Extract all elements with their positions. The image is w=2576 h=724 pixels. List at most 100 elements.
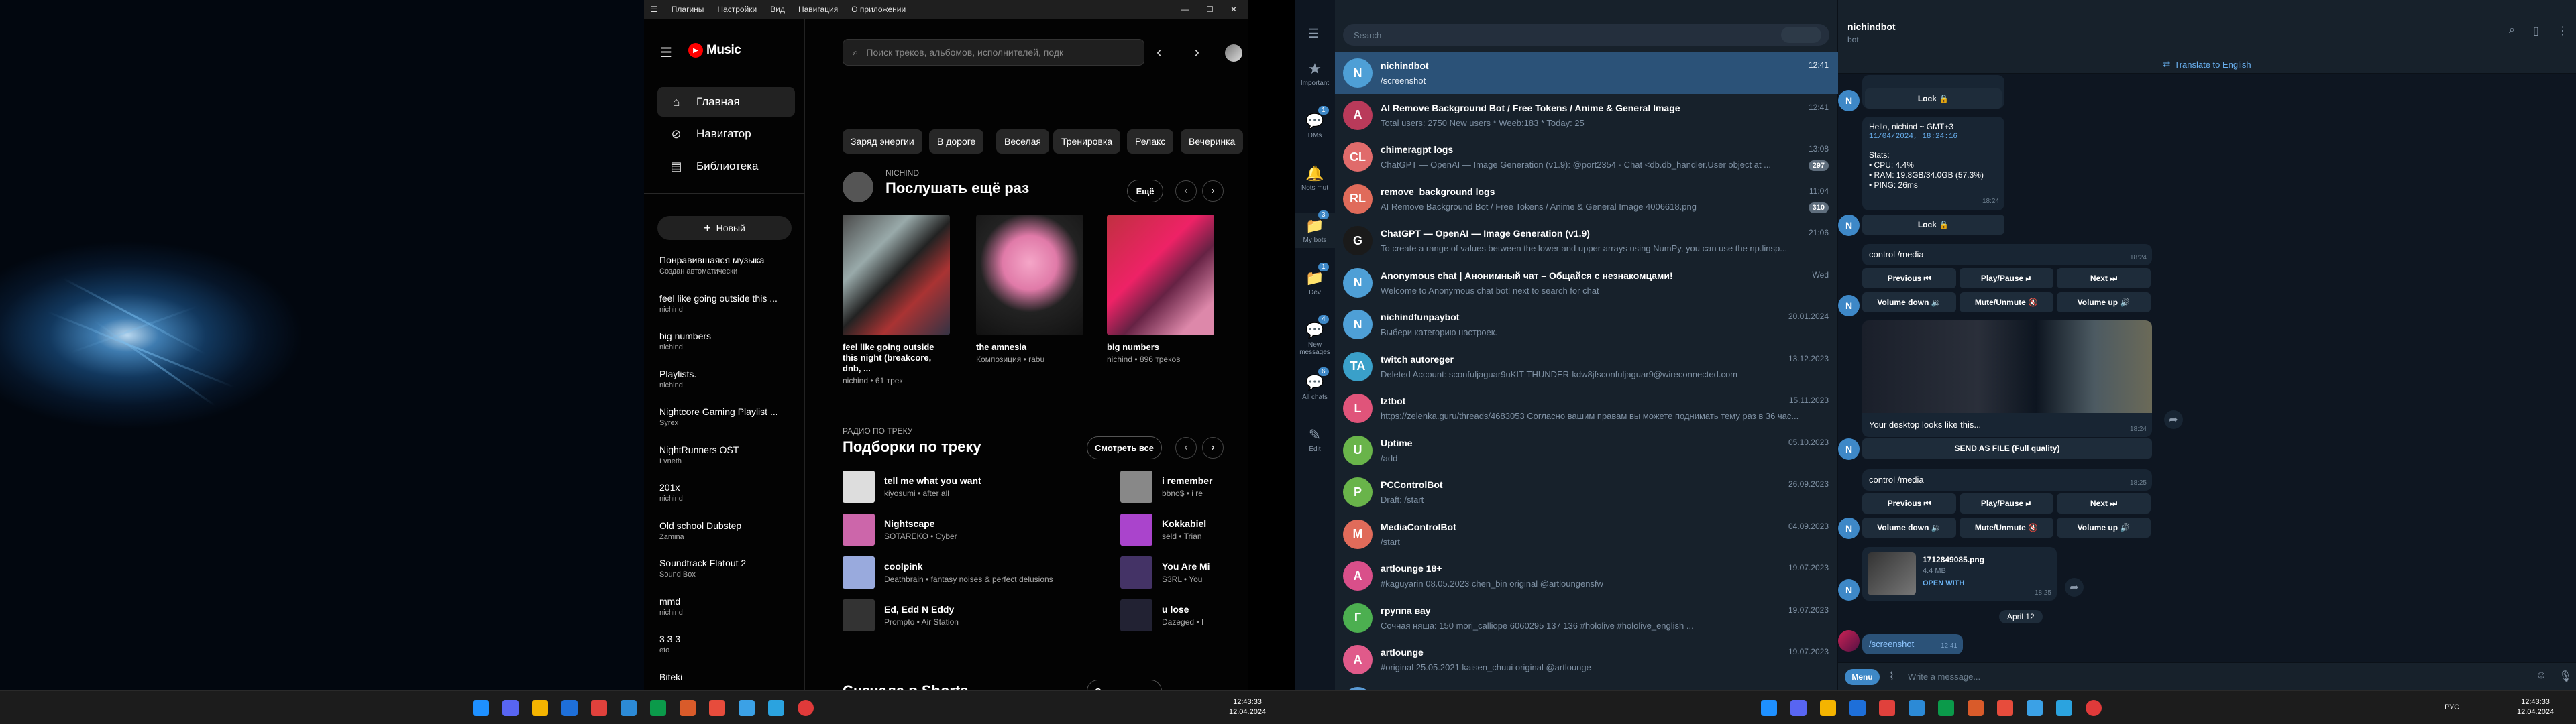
lock-button-2[interactable]: Lock 🔒 bbox=[1862, 215, 2004, 235]
menu-plugins[interactable]: Плагины bbox=[672, 5, 704, 14]
record-icon[interactable] bbox=[2086, 700, 2102, 716]
prev-arrow-icon[interactable]: ‹ bbox=[1175, 180, 1197, 202]
folder-item[interactable]: 🔔 Nots mut bbox=[1295, 161, 1335, 196]
sidebar-playlist[interactable]: 3 3 3 eto bbox=[659, 634, 794, 654]
media-button[interactable]: Previous ⏮ bbox=[1862, 268, 1956, 288]
media-button[interactable]: Mute/Unmute 🔇 bbox=[1960, 518, 2053, 538]
explorer-icon[interactable] bbox=[1820, 700, 1836, 716]
app-icon[interactable] bbox=[1968, 700, 1984, 716]
nav-library[interactable]: ▤ Библиотека bbox=[657, 152, 795, 181]
telegram-icon[interactable] bbox=[2056, 700, 2072, 716]
sidebar-playlist[interactable]: Playlists. nichind bbox=[659, 369, 794, 389]
chat-item[interactable]: TA twitch autoreger Deleted Account: sco… bbox=[1335, 346, 1838, 387]
song-row[interactable]: u lose Dazeged • I bbox=[1120, 599, 1248, 631]
prev-arrow-icon[interactable]: ‹ bbox=[1175, 437, 1197, 459]
song-row[interactable]: i remember bbno$ • i re bbox=[1120, 471, 1248, 503]
chip-commute[interactable]: В дороге bbox=[929, 129, 984, 154]
folder-item[interactable]: ★ Important bbox=[1295, 56, 1335, 91]
start-icon[interactable] bbox=[1761, 700, 1777, 716]
card-big-numbers[interactable]: big numbers nichind • 896 треков bbox=[1107, 215, 1214, 364]
chat-item[interactable]: L lztbot https://zelenka.guru/threads/46… bbox=[1335, 387, 1838, 429]
chip-fun[interactable]: Веселая bbox=[996, 129, 1049, 154]
clock-right[interactable]: 12:43:33 12.04.2024 bbox=[2517, 697, 2554, 717]
search-input[interactable]: Search bbox=[1343, 24, 1829, 46]
sidebar-playlist[interactable]: big numbers nichind bbox=[659, 330, 794, 351]
folder-item[interactable]: 📁 3 My bots bbox=[1295, 210, 1335, 248]
folder-item[interactable]: 💬 4 New messages bbox=[1295, 315, 1335, 360]
card-amnesia[interactable]: the amnesia Композиция • rabu bbox=[976, 215, 1083, 364]
card-feel-like[interactable]: feel like going outside this night (brea… bbox=[843, 215, 950, 385]
song-row[interactable]: Ed, Edd N Eddy Prompto • Air Station bbox=[843, 599, 959, 631]
song-row[interactable]: coolpink Deathbrain • fantasy noises & p… bbox=[843, 556, 1053, 589]
back-arrow-icon[interactable]: ‹ bbox=[1157, 43, 1162, 62]
chip-energy[interactable]: Заряд энергии bbox=[843, 129, 922, 154]
steam-icon[interactable] bbox=[2027, 700, 2043, 716]
chat-item[interactable]: N nichindfunpaybot Выбери категорию наст… bbox=[1335, 304, 1838, 345]
song-row[interactable]: Kokkabiel seld • Trian bbox=[1120, 514, 1248, 546]
opera-icon[interactable] bbox=[591, 700, 607, 716]
screenshot-image[interactable] bbox=[1862, 320, 2152, 413]
minimize-button[interactable]: — bbox=[1181, 5, 1189, 14]
media-button[interactable]: Volume up 🔊 bbox=[2057, 518, 2151, 538]
discord-icon[interactable] bbox=[1790, 700, 1807, 716]
media-button[interactable]: Previous ⏮ bbox=[1862, 493, 1956, 514]
more-button[interactable]: Ещё bbox=[1127, 180, 1163, 202]
send-as-file-button[interactable]: SEND AS FILE (Full quality) bbox=[1862, 438, 2152, 459]
sidebar-playlist[interactable]: NightRunners OST Lvneth bbox=[659, 444, 794, 465]
vscode-icon[interactable] bbox=[1909, 700, 1925, 716]
nav-home[interactable]: ⌂ Главная bbox=[657, 87, 795, 117]
terminal-icon[interactable] bbox=[1938, 700, 1954, 716]
media-button[interactable]: Play/Pause ⏯ bbox=[1960, 268, 2053, 288]
hamburger-icon[interactable]: ☰ bbox=[1308, 27, 1319, 41]
sidebar-playlist[interactable]: Nightcore Gaming Playlist ... Syrex bbox=[659, 406, 794, 427]
open-with-button[interactable]: OPEN WITH bbox=[1923, 579, 1964, 587]
forward-icon[interactable]: ➦ bbox=[2065, 578, 2084, 597]
chat-item[interactable]: N nichindbot /screenshot 12:41 bbox=[1335, 52, 1838, 94]
media-button[interactable]: Volume down 🔉 bbox=[1862, 292, 1956, 312]
media-button[interactable]: Next ⏭ bbox=[2057, 493, 2151, 514]
chat-item[interactable]: В вау scheduler 20.06.2023 bbox=[1335, 681, 1838, 690]
menu-view[interactable]: Вид bbox=[770, 5, 785, 14]
chat-item[interactable]: U Uptime /add 05.10.2023 bbox=[1335, 430, 1838, 471]
more-icon[interactable]: ⋮ bbox=[2557, 24, 2568, 38]
song-row[interactable]: Nightscape SOTAREKO • Cyber bbox=[843, 514, 957, 546]
search-icon[interactable]: ⌕ bbox=[2509, 24, 2515, 36]
chip-party[interactable]: Вечеринка bbox=[1181, 129, 1244, 154]
menu-about[interactable]: О приложении bbox=[851, 5, 906, 14]
maximize-button[interactable]: ☐ bbox=[1206, 5, 1214, 14]
next-arrow-icon[interactable]: › bbox=[1202, 180, 1224, 202]
message-input[interactable]: Write a message... bbox=[1908, 672, 2478, 682]
chat-item[interactable]: A artlounge #original 25.05.2021 kaisen_… bbox=[1335, 639, 1838, 680]
telegram-icon[interactable] bbox=[768, 700, 784, 716]
avatar[interactable] bbox=[1225, 44, 1242, 62]
folder-item[interactable]: ✎ Edit bbox=[1295, 422, 1335, 457]
sidebar-playlist[interactable]: Понравившаяся музыка Создан автоматическ… bbox=[659, 255, 794, 276]
menu-settings[interactable]: Настройки bbox=[717, 5, 757, 14]
media-button[interactable]: Mute/Unmute 🔇 bbox=[1960, 292, 2053, 312]
folder-item[interactable]: 💬 1 DMs bbox=[1295, 106, 1335, 143]
sidebar-playlist[interactable]: feel like going outside this ... nichind bbox=[659, 293, 794, 314]
nav-explore[interactable]: ⊘ Навигатор bbox=[657, 119, 795, 149]
chat-item[interactable]: A AI Remove Background Bot / Free Tokens… bbox=[1335, 95, 1838, 136]
chat-title[interactable]: nichindbot bbox=[1847, 21, 1896, 32]
see-all-shorts-button[interactable]: Смотреть все bbox=[1087, 680, 1162, 690]
opera-icon[interactable] bbox=[1879, 700, 1895, 716]
language-indicator[interactable]: РУС bbox=[2445, 703, 2459, 711]
emoji-icon[interactable]: ☺ bbox=[2536, 670, 2546, 682]
see-all-button[interactable]: Смотреть все bbox=[1087, 436, 1162, 459]
brave-icon[interactable] bbox=[709, 700, 725, 716]
sidebar-playlist[interactable]: Biteki bbox=[659, 672, 794, 684]
steam-icon[interactable] bbox=[739, 700, 755, 716]
browser-icon[interactable] bbox=[561, 700, 578, 716]
media-button[interactable]: Volume up 🔊 bbox=[2057, 292, 2151, 312]
song-row[interactable]: tell me what you want kiyosumi • after a… bbox=[843, 471, 981, 503]
explorer-icon[interactable] bbox=[532, 700, 548, 716]
record-icon[interactable] bbox=[798, 700, 814, 716]
start-icon[interactable] bbox=[473, 700, 489, 716]
sidebar-playlist[interactable]: Old school Dubstep Zamina bbox=[659, 520, 794, 541]
file-message[interactable]: 1712849085.png 4.4 MB OPEN WITH 18:25 bbox=[1862, 547, 2057, 601]
chip-relax[interactable]: Релакс bbox=[1127, 129, 1174, 154]
chat-item[interactable]: A artlounge 18+ #kaguyarin 08.05.2023 ch… bbox=[1335, 555, 1838, 597]
file-thumbnail[interactable] bbox=[1868, 552, 1916, 595]
chip-workout[interactable]: Тренировка bbox=[1053, 129, 1121, 154]
